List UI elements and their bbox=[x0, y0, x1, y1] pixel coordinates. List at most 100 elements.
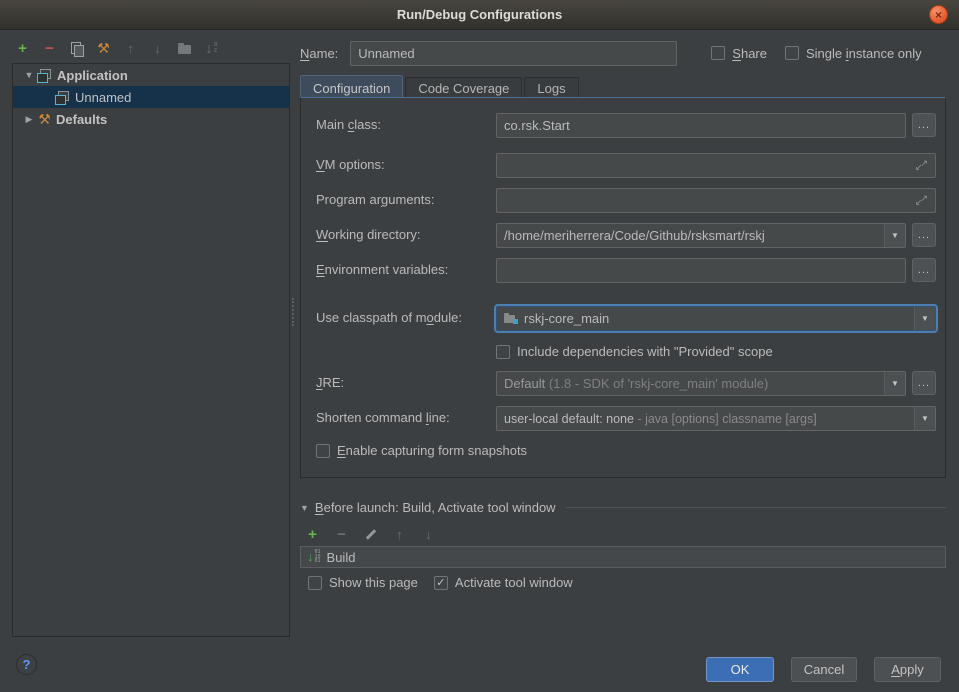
module-icon bbox=[504, 313, 518, 324]
before-launch-task-list: ↓ 01 10 01 Build bbox=[300, 546, 946, 568]
tab-logs[interactable]: Logs bbox=[524, 77, 578, 99]
before-launch-title: Before launch: Build, Activate tool wind… bbox=[315, 500, 556, 515]
tab-configuration[interactable]: Configuration bbox=[300, 75, 403, 99]
dropdown-arrow-icon[interactable]: ▼ bbox=[884, 372, 905, 395]
build-icon: ↓ 01 10 01 bbox=[307, 550, 321, 564]
apply-label: Apply bbox=[891, 662, 924, 677]
name-value: Unnamed bbox=[358, 46, 414, 61]
expander-icon[interactable]: ▶ bbox=[21, 114, 37, 125]
show-this-page-checkbox[interactable]: Show this page bbox=[308, 575, 418, 590]
shorten-command-line-combobox[interactable]: user-local default: none - java [options… bbox=[496, 406, 936, 431]
help-button[interactable]: ? bbox=[16, 654, 37, 675]
window-title: Run/Debug Configurations bbox=[397, 7, 562, 22]
separator-line bbox=[566, 507, 946, 508]
application-icon bbox=[55, 91, 70, 104]
before-launch-header[interactable]: ▼ Before launch: Build, Activate tool wi… bbox=[300, 500, 946, 515]
config-tabs: Configuration Code Coverage Logs bbox=[300, 75, 581, 99]
title-bar: Run/Debug Configurations × bbox=[0, 0, 959, 30]
cancel-button[interactable]: Cancel bbox=[791, 657, 857, 682]
help-icon: ? bbox=[23, 657, 31, 672]
remove-task-icon: − bbox=[333, 525, 350, 543]
dropdown-arrow-icon[interactable]: ▼ bbox=[914, 307, 935, 330]
tree-item-label: Defaults bbox=[56, 112, 107, 127]
include-dependencies-checkbox[interactable]: Include dependencies with "Provided" sco… bbox=[496, 344, 773, 359]
task-move-down-icon: ↓ bbox=[420, 525, 437, 543]
vm-options-label: VM options: bbox=[316, 157, 385, 172]
checkbox-box[interactable] bbox=[711, 46, 725, 60]
single-instance-checkbox[interactable]: Single instance only bbox=[785, 46, 922, 61]
enable-capturing-checkbox[interactable]: Enable capturing form snapshots bbox=[316, 443, 527, 458]
enable-capturing-label: Enable capturing form snapshots bbox=[337, 443, 527, 458]
include-dependencies-label: Include dependencies with "Provided" sco… bbox=[517, 344, 773, 359]
expand-field-icon[interactable]: ↗↙ bbox=[915, 159, 928, 172]
checkbox-box[interactable] bbox=[785, 46, 799, 60]
configurations-tree: ▼ Application Unnamed ▶ ⚒ Defaults bbox=[12, 63, 290, 637]
before-launch-options: Show this page ✓ Activate tool window bbox=[308, 575, 573, 590]
expand-field-icon[interactable]: ↗↙ bbox=[915, 194, 928, 207]
defaults-icon: ⚒ bbox=[37, 110, 52, 128]
use-classpath-combobox[interactable]: rskj-core_main ▼ bbox=[496, 306, 936, 331]
edit-task-icon bbox=[362, 525, 379, 543]
working-directory-combobox[interactable]: /home/meriherrera/Code/Github/rsksmart/r… bbox=[496, 223, 906, 248]
remove-configuration-icon[interactable]: − bbox=[41, 39, 58, 57]
move-down-icon: ↓ bbox=[149, 39, 166, 57]
move-up-icon: ↑ bbox=[122, 39, 139, 57]
working-directory-browse-button[interactable]: ... bbox=[912, 223, 936, 247]
single-instance-label: Single instance only bbox=[806, 46, 922, 61]
task-move-up-icon: ↑ bbox=[391, 525, 408, 543]
check-icon: ✓ bbox=[436, 576, 445, 589]
show-this-page-label: Show this page bbox=[329, 575, 418, 590]
vm-options-input[interactable]: ↗↙ bbox=[496, 153, 936, 178]
jre-combobox[interactable]: Default (1.8 - SDK of 'rskj-core_main' m… bbox=[496, 371, 906, 396]
name-input[interactable]: Unnamed bbox=[350, 41, 677, 66]
program-arguments-label: Program arguments: bbox=[316, 192, 435, 207]
program-arguments-input[interactable]: ↗↙ bbox=[496, 188, 936, 213]
use-classpath-label: Use classpath of module: bbox=[316, 310, 462, 325]
checkbox-box[interactable] bbox=[496, 345, 510, 359]
panel-splitter[interactable] bbox=[292, 298, 294, 326]
main-class-browse-button[interactable]: ... bbox=[912, 113, 936, 137]
dropdown-arrow-icon[interactable]: ▼ bbox=[914, 407, 935, 430]
shorten-command-line-label: Shorten command line: bbox=[316, 410, 450, 425]
jre-browse-button[interactable]: ... bbox=[912, 371, 936, 395]
close-window-button[interactable]: × bbox=[929, 5, 948, 24]
working-directory-label: Working directory: bbox=[316, 227, 421, 242]
dropdown-arrow-icon[interactable]: ▼ bbox=[884, 224, 905, 247]
create-folder-icon[interactable] bbox=[176, 39, 193, 57]
tree-item-label: Application bbox=[57, 68, 128, 83]
apply-button[interactable]: Apply bbox=[874, 657, 941, 682]
environment-variables-label: Environment variables: bbox=[316, 262, 448, 277]
tree-item-application[interactable]: ▼ Application bbox=[13, 64, 289, 86]
main-class-input[interactable]: co.rsk.Start bbox=[496, 113, 906, 138]
tree-item-label: Unnamed bbox=[75, 90, 131, 105]
share-checkbox[interactable]: Share bbox=[711, 46, 767, 61]
expander-icon[interactable]: ▼ bbox=[21, 70, 37, 80]
name-row: Name: Unnamed Share Single instance only bbox=[300, 40, 946, 66]
tree-item-unnamed[interactable]: Unnamed bbox=[13, 86, 289, 108]
ok-button[interactable]: OK bbox=[706, 657, 774, 682]
add-task-icon[interactable]: + bbox=[304, 525, 321, 543]
checkbox-box[interactable] bbox=[316, 444, 330, 458]
collapse-arrow-icon[interactable]: ▼ bbox=[300, 503, 309, 513]
checkbox-box[interactable] bbox=[308, 576, 322, 590]
task-label[interactable]: Build bbox=[327, 550, 356, 565]
environment-variables-input[interactable] bbox=[496, 258, 906, 283]
close-icon: × bbox=[935, 8, 942, 22]
tab-code-coverage[interactable]: Code Coverage bbox=[405, 77, 522, 99]
jre-label: JRE: bbox=[316, 375, 344, 390]
add-configuration-icon[interactable]: + bbox=[14, 39, 31, 57]
sort-configurations-icon: ↓ az bbox=[203, 39, 220, 57]
copy-configuration-icon[interactable] bbox=[68, 39, 85, 57]
activate-tool-window-checkbox[interactable]: ✓ Activate tool window bbox=[434, 575, 573, 590]
tree-item-defaults[interactable]: ▶ ⚒ Defaults bbox=[13, 108, 289, 130]
activate-tool-window-label: Activate tool window bbox=[455, 575, 573, 590]
name-label: Name: bbox=[300, 46, 338, 61]
share-label: Share bbox=[732, 46, 767, 61]
before-launch-toolbar: + − ↑ ↓ bbox=[304, 524, 437, 544]
environment-variables-browse-button[interactable]: ... bbox=[912, 258, 936, 282]
configurations-toolbar: + − ⚒ ↑ ↓ ↓ az bbox=[14, 37, 220, 59]
checkbox-box-checked[interactable]: ✓ bbox=[434, 576, 448, 590]
configuration-panel: Main class: co.rsk.Start ... VM options:… bbox=[300, 97, 946, 478]
edit-defaults-icon[interactable]: ⚒ bbox=[95, 39, 112, 57]
application-icon bbox=[37, 69, 52, 82]
